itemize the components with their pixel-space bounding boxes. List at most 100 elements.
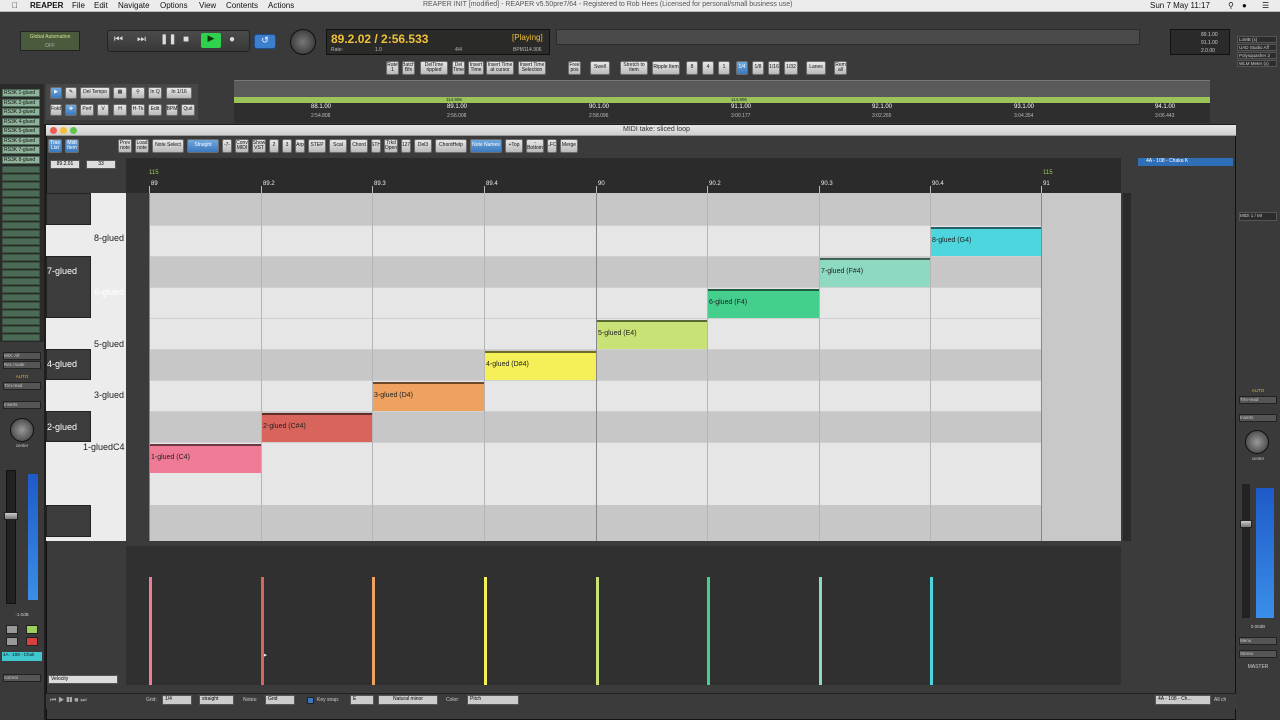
velocity-bar[interactable] — [707, 577, 710, 685]
velocity-bar[interactable] — [484, 577, 487, 685]
global-automation-box[interactable]: Global Automation OFF — [20, 31, 80, 51]
master-trim-read[interactable]: Trm-read — [1239, 396, 1277, 404]
midi-tool-button[interactable]: +Top — [505, 139, 523, 153]
time-signature[interactable]: 4/4 — [455, 47, 462, 53]
master-pan-knob[interactable] — [1245, 430, 1269, 454]
black-key[interactable] — [46, 193, 91, 225]
menu-file[interactable]: File — [72, 1, 85, 10]
select-tool-icon[interactable]: ▶ — [50, 87, 62, 99]
grid-select[interactable]: 1/4 — [162, 695, 192, 705]
midi-tool-button[interactable]: Trkd Open — [384, 139, 398, 153]
move-icon[interactable]: ✥ — [65, 104, 77, 116]
track-item[interactable]: RS3K 2-glued — [2, 98, 40, 107]
track-lane[interactable] — [2, 278, 40, 285]
midi-tool-button[interactable]: Midi Item — [65, 139, 79, 153]
toolbar-button[interactable]: DelTime rippled — [420, 61, 448, 75]
track-name-label[interactable]: 4A - 108 - Chak — [2, 652, 42, 661]
velocity-bar[interactable] — [819, 577, 822, 685]
midi-note[interactable]: 3-glued (D4) — [373, 382, 484, 411]
tempo-marker-1[interactable]: 114.906 — [446, 97, 470, 103]
toolbar-button[interactable]: Rem all — [834, 61, 847, 75]
midi-tool-button[interactable]: Chord — [350, 139, 368, 153]
midi-tool-button[interactable]: Show VST — [252, 139, 266, 153]
track-item[interactable]: RS3K 1-glued — [2, 89, 40, 97]
close-icon[interactable] — [50, 127, 57, 134]
toolbar-button[interactable]: 8 — [686, 61, 698, 75]
stop-icon[interactable]: ■ — [183, 34, 189, 45]
midi-input-select[interactable]: MIDI 1 / MI — [1239, 212, 1277, 221]
velocity-bar[interactable] — [930, 577, 933, 685]
edit-button[interactable]: Edit — [148, 104, 162, 116]
toolbar-button[interactable]: Swell — [590, 61, 610, 75]
track-lane[interactable] — [2, 246, 40, 253]
midi-tool-button[interactable]: LFO — [547, 139, 557, 153]
fx-enable-icon[interactable] — [26, 625, 38, 634]
search-icon[interactable]: ⚲ — [1228, 1, 1234, 10]
minimize-icon[interactable] — [60, 127, 67, 134]
midi-note[interactable]: 2-glued (C#4) — [262, 413, 372, 442]
midi-tool-button[interactable]: -7- — [222, 139, 232, 153]
in-116-button[interactable]: In 1/16 — [166, 87, 192, 99]
play-icon[interactable]: ▶ — [201, 33, 221, 48]
menu-navigate[interactable]: Navigate — [118, 1, 150, 10]
repeat-icon[interactable]: ↺ — [254, 34, 276, 49]
toolbar-button[interactable]: Stretch to item — [620, 61, 648, 75]
midi-tool-button[interactable]: Trax List — [48, 139, 62, 153]
grid-icon[interactable]: ▦ — [113, 87, 127, 99]
pencil-tool-icon[interactable]: ✎ — [65, 87, 77, 99]
track-lane[interactable] — [2, 238, 40, 245]
track-lane[interactable] — [2, 182, 40, 189]
midi-tool-button[interactable]: STH — [371, 139, 381, 153]
position-field[interactable]: 89.2.01 — [50, 160, 80, 169]
del-tempo-button[interactable]: Del Tempo — [80, 87, 110, 99]
length-field[interactable]: 33 — [86, 160, 116, 169]
fader-handle[interactable] — [4, 512, 18, 520]
track-lane[interactable] — [2, 294, 40, 301]
pause-icon[interactable]: ❚❚ — [160, 34, 177, 45]
swing-select[interactable]: straight — [199, 695, 234, 705]
track-lane[interactable] — [2, 334, 40, 341]
in-q-button[interactable]: In Q — [148, 87, 162, 99]
toolbar-button[interactable]: 1/16 — [768, 61, 780, 75]
midi-note[interactable]: 4-glued (D#4) — [485, 351, 596, 380]
midi-tool-button[interactable]: Del3 — [414, 139, 432, 153]
master-inserts[interactable]: Inserts — [1239, 414, 1277, 422]
menu-options[interactable]: Options — [160, 1, 188, 10]
midi-tool-button[interactable]: -Bottom — [526, 139, 544, 153]
key-select[interactable]: E — [350, 695, 374, 705]
pan-knob[interactable] — [10, 418, 34, 442]
midi-tool-button[interactable]: Prev note — [118, 139, 132, 153]
status-track-select[interactable]: 4A - 108 - Ch... — [1155, 695, 1211, 705]
track-lane[interactable] — [2, 262, 40, 269]
master-knob[interactable] — [290, 29, 316, 55]
midi-tool-button[interactable]: STEP — [308, 139, 326, 153]
toolbar-button[interactable]: Ripple Item — [652, 61, 680, 75]
lane-select[interactable]: Velocity — [48, 675, 118, 684]
midi-tool-button[interactable]: Scal — [329, 139, 347, 153]
midi-note[interactable]: 8-glued (G4) — [931, 227, 1041, 256]
toolbar-button[interactable]: Batch Bfx — [402, 61, 415, 75]
midi-tool-button[interactable]: 2 — [269, 139, 279, 153]
track-item[interactable]: RS3K 7-glued — [2, 146, 40, 154]
master-stereo[interactable]: Stereo — [1239, 650, 1277, 658]
quit-button[interactable]: Quit — [181, 104, 195, 116]
track-lane[interactable] — [2, 270, 40, 277]
track-item[interactable]: RS3K 3-glued — [2, 108, 40, 116]
color-select[interactable]: Pitch — [467, 695, 519, 705]
master-fader-handle[interactable] — [1240, 520, 1252, 528]
editor-track-item[interactable]: 4A - 108 - Chaka K — [1138, 158, 1233, 166]
h-tk-button[interactable]: H-Tk — [131, 104, 145, 116]
midi-tool-button[interactable]: Note Select — [152, 139, 184, 153]
midi-ruler[interactable] — [126, 158, 1121, 193]
toolbar-button[interactable]: 1/4 — [736, 61, 748, 75]
track-lane[interactable] — [2, 286, 40, 293]
track-lane[interactable] — [2, 254, 40, 261]
mute-icon[interactable] — [6, 625, 18, 634]
toolbar-button[interactable]: 1/8 — [752, 61, 764, 75]
midi-note[interactable]: 6-glued (F4) — [708, 289, 819, 318]
track-item[interactable]: RS3K 5-glued — [2, 127, 40, 135]
midi-tool-button[interactable]: Note Names — [470, 139, 502, 153]
velocity-bar[interactable] — [372, 577, 375, 685]
black-key[interactable] — [46, 505, 91, 537]
track-item[interactable]: RS3K 4-glued — [2, 117, 40, 126]
